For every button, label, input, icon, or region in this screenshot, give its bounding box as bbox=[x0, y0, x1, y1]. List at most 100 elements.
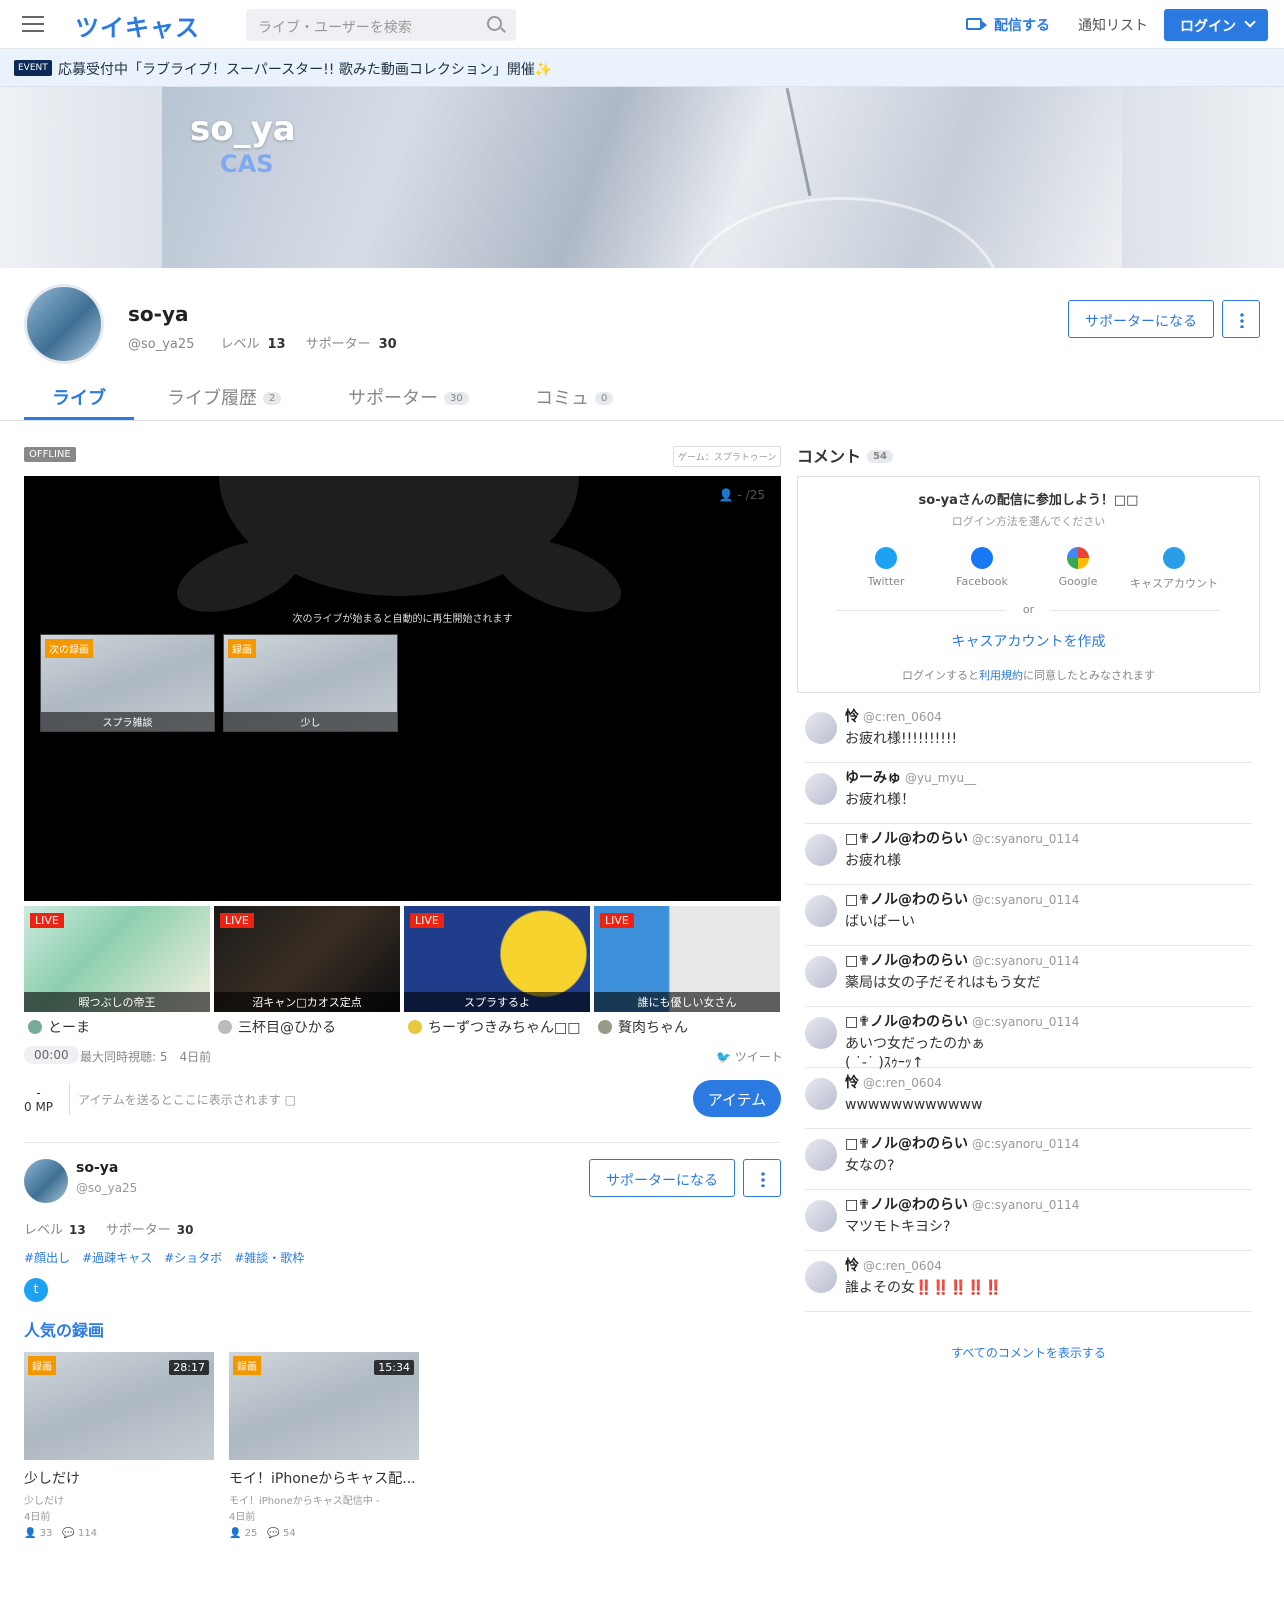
popular-title: 人気の録画 bbox=[24, 1321, 105, 1340]
login-button[interactable]: ログイン bbox=[1164, 9, 1268, 41]
user-name: so-ya bbox=[128, 302, 189, 326]
mp-counter: -0 MP bbox=[24, 1086, 54, 1114]
login-google[interactable]: Google bbox=[1030, 547, 1126, 588]
comment-item: 怜 @c:ren_0604 お疲れ様!!!!!!!!!! bbox=[805, 702, 1252, 763]
comment-author[interactable]: □✟ノル@わのらい @c:syanoru_0114 bbox=[845, 1011, 1079, 1031]
comment-author[interactable]: □✟ノル@わのらい @c:syanoru_0114 bbox=[845, 828, 1079, 848]
search-icon[interactable] bbox=[487, 16, 502, 31]
become-supporter-button[interactable]: サポーターになる bbox=[589, 1159, 735, 1197]
comment-author[interactable]: 怜 @c:ren_0604 bbox=[845, 1255, 942, 1275]
comment-item: □✟ノル@わのらい @c:syanoru_0114 マツモトキヨシ? bbox=[805, 1190, 1252, 1251]
show-all-comments-link[interactable]: すべてのコメントを表示する bbox=[797, 1344, 1260, 1361]
comments-title: コメント 54 bbox=[797, 443, 893, 467]
avatar[interactable] bbox=[805, 956, 837, 988]
avatar bbox=[598, 1020, 612, 1034]
event-text[interactable]: 応募受付中「ラブライブ！スーパースター!! 歌みた動画コレクション」開催✨ bbox=[58, 59, 552, 79]
live-thumb[interactable]: LIVE 暇つぶしの帝王 bbox=[24, 906, 210, 1012]
login-facebook[interactable]: Facebook bbox=[934, 547, 1030, 588]
tab-live[interactable]: ライブ bbox=[52, 384, 106, 410]
terms-link[interactable]: 利用規約 bbox=[979, 669, 1023, 682]
avatar[interactable] bbox=[805, 1078, 837, 1110]
tab-history[interactable]: ライブ履歴 2 bbox=[167, 384, 282, 410]
comment-author[interactable]: 怜 @c:ren_0604 bbox=[845, 706, 942, 726]
menu-icon[interactable] bbox=[22, 16, 44, 33]
comment-author[interactable]: ゆーみゅ @yu_myu__ bbox=[845, 767, 976, 787]
avatar[interactable] bbox=[805, 895, 837, 927]
elapsed-time: 00:00 bbox=[24, 1046, 79, 1064]
recording-sub: モイ！iPhoneからキャス配信中 - bbox=[229, 1496, 380, 1507]
live-user[interactable]: 贅肉ちゃん bbox=[598, 1017, 688, 1037]
search-input[interactable]: ライブ・ユーザーを検索 bbox=[246, 9, 516, 41]
avatar[interactable] bbox=[24, 1159, 68, 1203]
recording-title[interactable]: 少しだけ bbox=[24, 1468, 80, 1488]
create-account-link[interactable]: キャスアカウントを作成 bbox=[798, 631, 1259, 651]
more-button[interactable] bbox=[1222, 300, 1260, 338]
twitter-icon: 🐦 bbox=[716, 1050, 731, 1064]
comment-text: wwwwwwwwwwww bbox=[845, 1097, 983, 1113]
hashtag[interactable]: #顔出し bbox=[24, 1251, 70, 1265]
viewer-count: 👤 - /25 bbox=[718, 488, 765, 502]
notify-list-link[interactable]: 通知リスト bbox=[1078, 15, 1148, 35]
comment-text: お疲れ様！ bbox=[845, 792, 915, 808]
tab-indicator bbox=[24, 417, 134, 420]
avatar[interactable] bbox=[805, 1200, 837, 1232]
comment-author[interactable]: 怜 @c:ren_0604 bbox=[845, 1072, 942, 1092]
recording-date: 4日前 bbox=[24, 1512, 51, 1523]
login-box: so-yaさんの配信に参加しよう！□□ ログイン方法を選んでください Twitt… bbox=[797, 476, 1260, 693]
avatar[interactable] bbox=[24, 284, 104, 364]
event-banner[interactable]: EVENT 応募受付中「ラブライブ！スーパースター!! 歌みた動画コレクション」… bbox=[0, 49, 1284, 87]
live-thumb[interactable]: LIVE スプラするよ bbox=[404, 906, 590, 1012]
comment-item: ゆーみゅ @yu_myu__ お疲れ様！ bbox=[805, 763, 1252, 824]
comment-author[interactable]: □✟ノル@わのらい @c:syanoru_0114 bbox=[845, 889, 1079, 909]
avatar[interactable] bbox=[805, 773, 837, 805]
popular-recording[interactable]: 録画 15:34 bbox=[229, 1352, 419, 1460]
live-user[interactable]: ちーずつきみちゃん□□ bbox=[408, 1017, 580, 1037]
avatar[interactable] bbox=[805, 1261, 837, 1293]
avatar[interactable] bbox=[805, 834, 837, 866]
comment-item: □✟ノル@わのらい @c:syanoru_0114 女なの? bbox=[805, 1129, 1252, 1190]
avatar[interactable] bbox=[805, 1139, 837, 1171]
login-twitter[interactable]: Twitter bbox=[838, 547, 934, 588]
video-player[interactable]: 👤 - /25 次のライブが始まると自動的に再生開始されます 次の録画 スプラ雑… bbox=[24, 476, 781, 901]
comment-item: □✟ノル@わのらい @c:syanoru_0114 ばいばーい bbox=[805, 885, 1252, 946]
tweet-button[interactable]: 🐦 ツイート bbox=[716, 1048, 783, 1065]
avatar[interactable] bbox=[805, 1017, 837, 1049]
hashtag[interactable]: #過疎キャス bbox=[82, 1251, 152, 1265]
recording-title[interactable]: モイ！iPhoneからキャス配... bbox=[229, 1468, 416, 1488]
profile-tabs: ライブ ライブ履歴 2 サポーター 30 コミュ 0 bbox=[0, 370, 1284, 421]
site-logo[interactable]: ツイキャス bbox=[75, 8, 200, 43]
comment-author[interactable]: □✟ノル@わのらい @c:syanoru_0114 bbox=[845, 1133, 1079, 1153]
comment-author[interactable]: □✟ノル@わのらい @c:syanoru_0114 bbox=[845, 950, 1079, 970]
become-supporter-button[interactable]: サポーターになる bbox=[1068, 300, 1214, 338]
hashtag[interactable]: #雑談・歌枠 bbox=[234, 1251, 304, 1265]
twitter-icon[interactable]: t bbox=[24, 1278, 48, 1302]
comment-author[interactable]: □✟ノル@わのらい @c:syanoru_0114 bbox=[845, 1194, 1079, 1214]
banner-image bbox=[162, 87, 1122, 397]
avatar bbox=[408, 1020, 422, 1034]
item-placeholder: アイテムを送るとここに表示されます □ bbox=[78, 1093, 296, 1107]
live-thumb[interactable]: LIVE 沼キャン□カオス定点 bbox=[214, 906, 400, 1012]
cas-icon bbox=[1163, 547, 1185, 569]
hashtag[interactable]: #ショタボ bbox=[164, 1251, 222, 1265]
popular-recording[interactable]: 録画 28:17 bbox=[24, 1352, 214, 1460]
tab-supporters[interactable]: サポーター 30 bbox=[348, 384, 469, 410]
about-name[interactable]: so-ya bbox=[76, 1160, 118, 1176]
more-button[interactable] bbox=[743, 1159, 781, 1197]
item-button[interactable]: アイテム bbox=[693, 1080, 781, 1117]
comment-text: 誰よその女‼️‼️‼️‼️‼️ bbox=[845, 1280, 1003, 1296]
recording-card[interactable]: 録画 少し bbox=[223, 634, 398, 732]
comment-item: □✟ノル@わのらい @c:syanoru_0114 あいつ女だったのかぁ ( ˙-˙… bbox=[805, 1007, 1252, 1071]
next-recording-card[interactable]: 次の録画 スプラ雑談 bbox=[40, 634, 215, 732]
login-cas[interactable]: キャスアカウント bbox=[1126, 547, 1222, 591]
live-user[interactable]: 三杯目@ひかる bbox=[218, 1017, 336, 1037]
live-user[interactable]: とーま bbox=[28, 1017, 90, 1037]
avatar[interactable] bbox=[805, 712, 837, 744]
auto-play-text: 次のライブが始まると自動的に再生開始されます bbox=[292, 614, 513, 625]
comment-item: 怜 @c:ren_0604 wwwwwwwwwwww bbox=[805, 1068, 1252, 1129]
recording-stats: 👤 33 💬 114 bbox=[24, 1528, 98, 1539]
broadcast-button[interactable]: 配信する bbox=[966, 15, 1050, 35]
tab-community[interactable]: コミュ 0 bbox=[535, 384, 614, 410]
more-vertical-icon bbox=[1240, 312, 1244, 328]
game-tag[interactable]: ゲーム：スプラトゥーン bbox=[673, 446, 782, 467]
live-thumb[interactable]: LIVE 誰にも優しい女さん bbox=[594, 906, 780, 1012]
